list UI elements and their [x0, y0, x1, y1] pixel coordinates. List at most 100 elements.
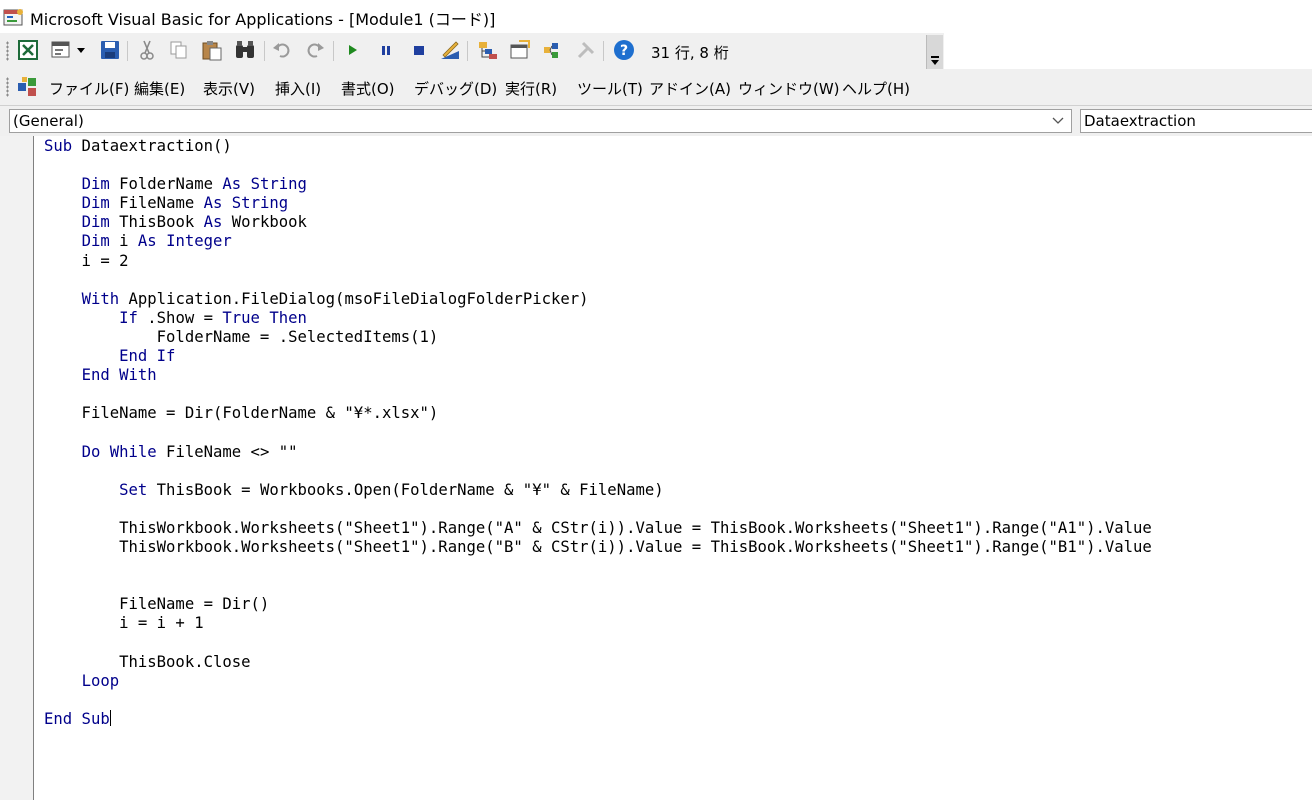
chevron-down-icon[interactable]: [1051, 113, 1065, 127]
code-line[interactable]: Dim ThisBook As Workbook: [44, 213, 1152, 232]
code-line[interactable]: With Application.FileDialog(msoFileDialo…: [44, 290, 1152, 309]
code-keyword: As Integer: [137, 232, 232, 251]
insert-userform-button[interactable]: [50, 39, 72, 61]
code-line[interactable]: ThisBook.Close: [44, 653, 1152, 672]
code-text[interactable]: Sub Dataextraction() Dim FolderName As S…: [44, 137, 1152, 729]
run-button[interactable]: [342, 39, 364, 61]
code-token: FolderName = .SelectedItems(1): [44, 327, 439, 346]
code-line[interactable]: [44, 271, 1152, 290]
code-line[interactable]: ThisWorkbook.Worksheets("Sheet1").Range(…: [44, 538, 1152, 557]
code-line[interactable]: Dim FileName As String: [44, 194, 1152, 213]
code-line[interactable]: Loop: [44, 672, 1152, 691]
menu-format[interactable]: 書式(O): [341, 78, 395, 99]
vba-menu-icon[interactable]: [16, 75, 40, 99]
code-line[interactable]: End If: [44, 347, 1152, 366]
code-token: FileName: [109, 194, 204, 213]
code-line[interactable]: FileName = Dir(): [44, 595, 1152, 614]
binoculars-icon: [236, 41, 254, 58]
toolbar-separator: [603, 41, 604, 61]
menu-help[interactable]: ヘルプ(H): [842, 78, 910, 99]
design-mode-icon: [441, 41, 459, 59]
code-line[interactable]: Dim FolderName As String: [44, 175, 1152, 194]
menu-edit[interactable]: 編集(E): [134, 78, 185, 99]
code-line[interactable]: [44, 557, 1152, 576]
code-keyword: As String: [203, 194, 289, 213]
code-line[interactable]: i = i + 1: [44, 614, 1152, 633]
project-explorer-button[interactable]: [477, 39, 499, 61]
code-line[interactable]: If .Show = True Then: [44, 309, 1152, 328]
paste-button[interactable]: [201, 39, 223, 61]
properties-window-icon: [510, 40, 530, 59]
undo-button[interactable]: [271, 39, 293, 61]
procedure-combo[interactable]: Dataextraction: [1080, 109, 1312, 133]
copy-button[interactable]: [168, 39, 190, 61]
toolbox-button[interactable]: [575, 39, 597, 61]
code-editor[interactable]: Sub Dataextraction() Dim FolderName As S…: [34, 136, 1312, 800]
code-line[interactable]: [44, 385, 1152, 404]
code-line[interactable]: FolderName = .SelectedItems(1): [44, 328, 1152, 347]
cursor-position-display: 31 行, 8 桁: [646, 35, 924, 66]
code-line[interactable]: Set ThisBook = Workbooks.Open(FolderName…: [44, 481, 1152, 500]
toolbox-icon: [577, 41, 595, 59]
code-line[interactable]: FileName = Dir(FolderName & "¥*.xlsx"): [44, 404, 1152, 423]
copy-icon: [170, 41, 187, 59]
code-keyword: End Sub: [44, 709, 110, 728]
window-title: Microsoft Visual Basic for Applications …: [30, 10, 496, 29]
reset-button[interactable]: [408, 39, 430, 61]
code-line[interactable]: [44, 500, 1152, 519]
toolbar-overflow-button[interactable]: [926, 35, 943, 69]
code-line[interactable]: [44, 633, 1152, 652]
menu-file[interactable]: ファイル(F): [49, 78, 129, 99]
code-line[interactable]: [44, 691, 1152, 710]
code-line[interactable]: Do While FileName <> "": [44, 443, 1152, 462]
code-keyword: With: [81, 289, 120, 308]
toolbar-separator: [127, 41, 128, 61]
code-line[interactable]: [44, 576, 1152, 595]
view-excel-icon: [18, 40, 38, 60]
menu-run[interactable]: 実行(R): [505, 78, 557, 99]
find-button[interactable]: [234, 39, 256, 61]
object-combo[interactable]: (General): [9, 109, 1072, 133]
code-line[interactable]: Sub Dataextraction(): [44, 137, 1152, 156]
menubar-grip[interactable]: [6, 77, 9, 97]
code-keyword: Dim: [81, 194, 110, 213]
redo-button[interactable]: [304, 39, 326, 61]
menu-view[interactable]: 表示(V): [203, 78, 255, 99]
design-mode-button[interactable]: [439, 39, 461, 61]
code-line[interactable]: End Sub: [44, 709, 1152, 729]
menu-addins[interactable]: アドイン(A): [649, 78, 731, 99]
toolbar-separator: [264, 41, 265, 61]
help-button[interactable]: ?: [613, 39, 635, 61]
insert-dropdown-button[interactable]: [74, 39, 88, 61]
margin-indicator-bar[interactable]: [0, 136, 34, 800]
save-button[interactable]: [99, 39, 121, 61]
code-line[interactable]: i = 2: [44, 252, 1152, 271]
cut-button[interactable]: [136, 39, 158, 61]
stop-icon: [414, 46, 424, 55]
menu-debug[interactable]: デバッグ(D): [414, 78, 497, 99]
code-keyword: Sub: [44, 137, 73, 155]
properties-window-button[interactable]: [509, 39, 531, 61]
view-excel-button[interactable]: [17, 39, 39, 61]
menu-insert[interactable]: 挿入(I): [275, 78, 321, 99]
code-line[interactable]: [44, 462, 1152, 481]
toolbar-grip[interactable]: [6, 41, 9, 61]
code-token: .Show =: [137, 308, 223, 327]
break-button[interactable]: [375, 39, 397, 61]
code-line[interactable]: ThisWorkbook.Worksheets("Sheet1").Range(…: [44, 519, 1152, 538]
code-line[interactable]: End With: [44, 366, 1152, 385]
object-browser-button[interactable]: [541, 39, 563, 61]
code-line[interactable]: [44, 156, 1152, 175]
code-line[interactable]: [44, 423, 1152, 442]
menu-tools[interactable]: ツール(T): [577, 78, 643, 99]
toolbar-separator: [467, 41, 468, 61]
text-caret: [109, 709, 111, 726]
menu-window[interactable]: ウィンドウ(W): [738, 78, 840, 99]
code-line[interactable]: Dim i As Integer: [44, 232, 1152, 251]
